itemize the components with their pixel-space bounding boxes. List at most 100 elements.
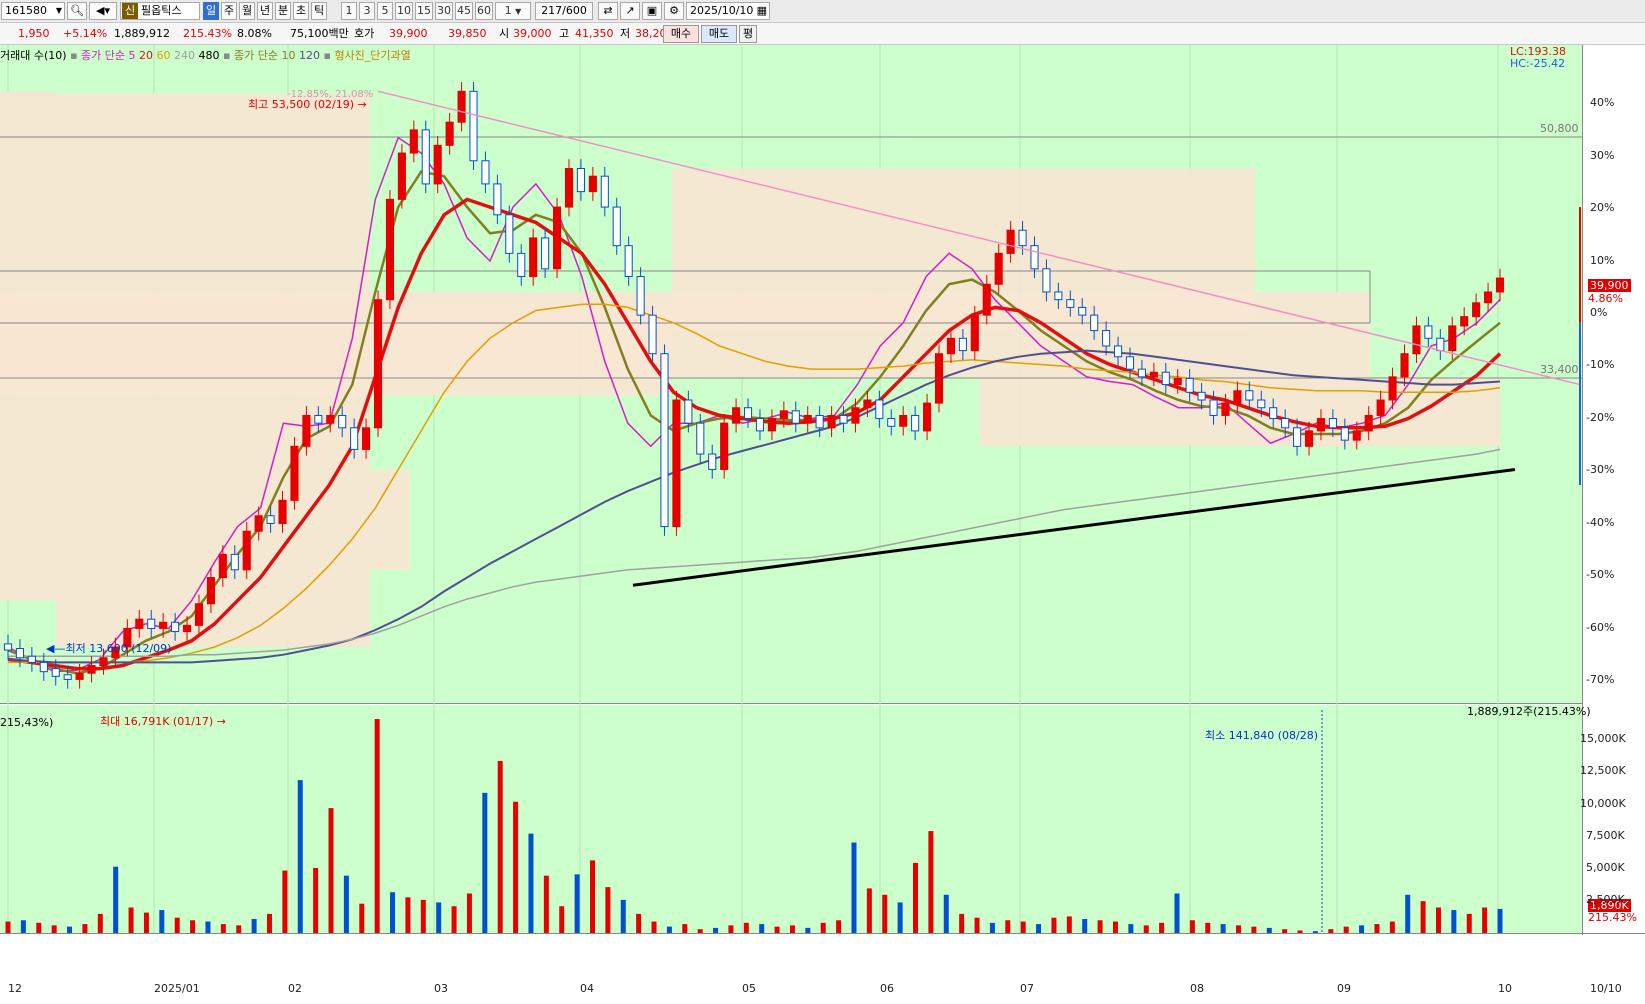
legend-ma10: 10 <box>281 49 296 62</box>
candle-body <box>1388 376 1397 401</box>
interval-3[interactable]: 3 <box>359 2 375 20</box>
candle-body <box>600 175 609 208</box>
volume-value: 1,889,912 <box>114 27 170 40</box>
volume-bar <box>1112 921 1118 933</box>
volume-bar <box>1097 920 1103 933</box>
candle-body <box>99 657 108 666</box>
candle-body <box>63 674 72 680</box>
candle-body <box>851 407 860 424</box>
speaker-icon[interactable]: ◀▾ <box>89 2 117 20</box>
period-day[interactable]: 일 <box>203 2 219 20</box>
candle-body <box>934 353 944 404</box>
candle-body <box>1209 399 1218 416</box>
save-icon[interactable]: ▣ <box>642 2 662 20</box>
candle-body <box>1316 418 1326 432</box>
interval-30[interactable]: 30 <box>435 2 453 20</box>
candle-body <box>911 414 920 432</box>
sell-button[interactable]: 매도 <box>701 25 737 43</box>
period-month[interactable]: 월 <box>239 2 255 20</box>
search-icon[interactable]: 🔍︎ <box>67 2 87 20</box>
candle-body <box>433 144 442 185</box>
candle-body <box>875 399 884 420</box>
compare-icon[interactable]: ⇄ <box>598 2 618 20</box>
candle-body <box>958 337 967 352</box>
candle-body <box>481 160 490 185</box>
ask-label: 호가 <box>354 27 375 40</box>
period-year[interactable]: 년 <box>257 2 273 20</box>
interval-10[interactable]: 10 <box>395 2 413 20</box>
date-field[interactable]: 2025/10/10 ▦ <box>686 2 770 20</box>
candle-body <box>147 618 156 629</box>
calendar-icon[interactable]: ▦ <box>757 3 767 19</box>
candle-body <box>1484 291 1493 304</box>
candle-body <box>182 624 192 633</box>
amount: 75,100백만 <box>290 27 349 40</box>
candle-body <box>230 553 239 571</box>
volume-bar <box>1374 924 1380 933</box>
candle-body <box>290 445 299 501</box>
volume-bar <box>559 906 565 933</box>
interval-60[interactable]: 60 <box>475 2 493 20</box>
volume-bar <box>1082 918 1088 933</box>
legend-pattern: 형사진_단기과열 <box>334 49 411 62</box>
volume-bar <box>1036 924 1042 933</box>
volume-bar <box>1405 894 1411 933</box>
count-field[interactable]: 217/600 <box>535 2 593 20</box>
bid-price: 39,850 <box>448 27 487 40</box>
candle-body <box>541 237 550 270</box>
interval-45[interactable]: 45 <box>455 2 473 20</box>
candle-body <box>1340 427 1349 441</box>
stock-name[interactable]: 신 필옵틱스 <box>120 2 200 20</box>
interval-15[interactable]: 15 <box>415 2 433 20</box>
candle-body <box>445 121 454 146</box>
period-second[interactable]: 초 <box>293 2 309 20</box>
candle-body <box>517 252 526 278</box>
gear-icon[interactable]: ⚙ <box>664 2 684 20</box>
chevron-down-icon: ▼ <box>515 7 522 16</box>
candle-body <box>970 314 979 352</box>
candle-body <box>1185 377 1194 393</box>
volume-bar <box>328 808 334 933</box>
buy-button[interactable]: 매수 <box>663 25 699 43</box>
volume-bar <box>1143 925 1149 933</box>
average-button[interactable]: 평 <box>739 25 757 43</box>
candle-body <box>791 410 800 424</box>
interval-1[interactable]: 1 <box>341 2 357 20</box>
legend-ma-label-2: 종가 단순 <box>233 49 278 62</box>
volume-bar <box>1189 920 1195 933</box>
legend-ma120: 120 <box>298 49 320 62</box>
volume-bar <box>159 910 165 933</box>
interval-5[interactable]: 5 <box>377 2 393 20</box>
candle-body <box>1424 325 1433 339</box>
volume-bar <box>605 887 611 933</box>
stock-code-input[interactable]: 161580 ▼ <box>1 2 65 20</box>
candle-body <box>1149 371 1158 378</box>
volume-axis-label: 10,000K <box>1580 797 1626 810</box>
legend-marker: ▪ <box>70 49 78 62</box>
volume-bar <box>1066 916 1072 933</box>
candle-body <box>1018 229 1027 247</box>
volume-bar <box>266 913 272 933</box>
high-price: 41,350 <box>575 27 614 40</box>
volume-bar <box>1343 926 1349 933</box>
volume-bar <box>543 875 549 933</box>
volume-bar <box>851 842 857 933</box>
period-tick[interactable]: 틱 <box>311 2 327 20</box>
volume-bar <box>513 801 519 933</box>
period-week[interactable]: 주 <box>221 2 237 20</box>
chevron-down-icon[interactable]: ▼ <box>56 3 62 19</box>
vol-pct-tag: 215.43% <box>1588 911 1637 924</box>
volume-bar <box>1282 929 1288 933</box>
interval-select[interactable]: 1 ▼ <box>495 2 531 20</box>
candle-body <box>350 427 359 450</box>
chart-svg[interactable] <box>0 45 1645 1001</box>
candle-body <box>469 90 478 162</box>
trend-icon[interactable]: ↗ <box>620 2 640 20</box>
chart-area[interactable]: 거래대 수(10) ▪ 종가 단순 5 20 60 240 480 ▪ 종가 단… <box>0 45 1645 1001</box>
legend-ma-label: 종가 단순 <box>81 49 126 62</box>
low-text: 최저 13,600 (12/09) <box>65 642 172 655</box>
volume-bar <box>574 874 580 933</box>
price-axis-label: -40% <box>1586 516 1615 529</box>
candle-body <box>1364 414 1373 432</box>
period-minute[interactable]: 분 <box>275 2 291 20</box>
